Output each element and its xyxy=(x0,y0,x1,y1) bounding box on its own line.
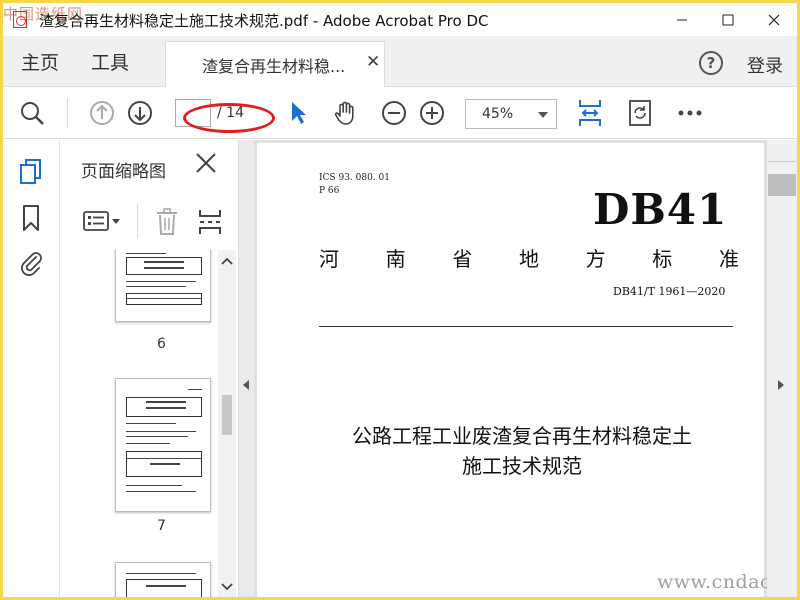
issuer-char: 方 xyxy=(585,247,606,271)
zoom-in-icon[interactable] xyxy=(417,98,447,128)
select-cursor-icon[interactable] xyxy=(283,98,313,128)
title-bar: 中国造纸网 渣复合再生材料稳定土施工技术规范.pdf - Adobe Acrob… xyxy=(3,3,797,36)
heading-rule xyxy=(319,326,733,327)
zoom-level-value: 45% xyxy=(482,106,514,122)
menu-bar: 主页 工具 渣复合再生材料稳... ✕ ? 登录 xyxy=(3,36,797,87)
document-title-line: 公路工程工业废渣复合再生材料稳定土 xyxy=(352,424,692,448)
document-scrollbar[interactable] xyxy=(767,140,797,597)
thumbnail-page-number: 7 xyxy=(157,518,166,534)
issuer-char: 南 xyxy=(385,247,406,271)
document-tab-label: 渣复合再生材料稳... xyxy=(202,57,346,76)
close-icon xyxy=(768,14,780,25)
bookmark-icon[interactable] xyxy=(19,204,43,231)
issuer-char: 标 xyxy=(652,247,673,271)
maximize-icon xyxy=(722,14,734,25)
close-panel-icon[interactable] xyxy=(195,152,217,180)
close-window-button[interactable] xyxy=(751,3,797,36)
previous-page-icon[interactable] xyxy=(87,98,117,128)
expand-right-panel-icon[interactable] xyxy=(778,380,784,390)
issuer-char: 准 xyxy=(718,247,739,271)
classification-code: P 66 xyxy=(319,186,340,196)
issuer-char: 地 xyxy=(518,247,539,271)
toolbar-divider xyxy=(137,204,138,238)
login-link[interactable]: 登录 xyxy=(747,52,783,78)
page-thumbnails-icon[interactable] xyxy=(19,158,43,184)
rotate-page-icon[interactable] xyxy=(625,98,655,128)
zoom-out-icon[interactable] xyxy=(379,98,409,128)
maximize-button[interactable] xyxy=(705,3,751,36)
standard-code-heading: DB41 xyxy=(593,185,728,234)
attachment-icon[interactable] xyxy=(19,248,43,276)
chevron-down-icon xyxy=(538,112,548,118)
page-thumbnail[interactable] xyxy=(115,562,211,597)
next-page-icon[interactable] xyxy=(125,98,155,128)
page-thumbnails-panel: 页面缩略图 6 7 xyxy=(61,140,239,597)
page-thumbnail[interactable] xyxy=(115,250,211,322)
thumbnail-list: 6 7 xyxy=(61,250,216,597)
acrobat-window: 中国造纸网 渣复合再生材料稳定土施工技术规范.pdf - Adobe Acrob… xyxy=(3,3,797,597)
home-tab[interactable]: 主页 xyxy=(21,48,59,75)
thumbnail-toolbar xyxy=(61,196,239,248)
insert-page-icon[interactable] xyxy=(197,208,223,240)
thumbnail-scrollbar[interactable] xyxy=(218,250,236,597)
collapse-panel-icon[interactable] xyxy=(243,380,249,390)
scroll-thumb[interactable] xyxy=(768,174,796,196)
thumbnail-page-number: 6 xyxy=(157,336,166,352)
minimize-button[interactable] xyxy=(659,3,705,36)
more-tools-icon[interactable] xyxy=(675,98,705,128)
issuer-char: 河 xyxy=(319,247,339,271)
scroll-up-icon[interactable] xyxy=(218,254,236,268)
ics-code: ICS 93. 080. 01 xyxy=(319,173,390,183)
tools-tab[interactable]: 工具 xyxy=(91,48,129,75)
standard-number: DB41/T 1961—2020 xyxy=(613,285,726,298)
delete-page-icon[interactable] xyxy=(155,208,179,240)
pdf-page: ICS 93. 080. 01 P 66 DB41 河 南 省 地 方 标 准 … xyxy=(257,143,797,597)
panel-title: 页面缩略图 xyxy=(81,162,166,182)
scroll-thumb[interactable] xyxy=(222,395,232,435)
thumbnail-options-icon[interactable] xyxy=(83,210,123,236)
hand-tool-icon[interactable] xyxy=(331,98,361,128)
document-view: ICS 93. 080. 01 P 66 DB41 河 南 省 地 方 标 准 … xyxy=(254,140,797,597)
zoom-level-dropdown[interactable]: 45% xyxy=(465,99,557,129)
issuer-char: 省 xyxy=(452,247,473,271)
search-icon[interactable] xyxy=(17,98,47,128)
page-thumbnail[interactable] xyxy=(115,378,211,512)
navigation-rail xyxy=(3,140,60,597)
panel-splitter[interactable] xyxy=(239,140,254,597)
document-tab[interactable]: 渣复合再生材料稳... ✕ xyxy=(165,41,385,87)
window-title: 渣复合再生材料稳定土施工技术规范.pdf - Adobe Acrobat Pro… xyxy=(39,12,489,30)
main-toolbar: / 14 45% xyxy=(3,88,797,139)
fit-width-icon[interactable] xyxy=(575,98,605,128)
scroll-up-button[interactable] xyxy=(768,140,796,162)
document-title: 公路工程工业废渣复合再生材料稳定土 施工技术规范 xyxy=(287,421,757,481)
standard-issuer: 河 南 省 地 方 标 准 xyxy=(319,243,739,272)
toolbar-divider xyxy=(67,98,68,128)
highlight-annotation-oval xyxy=(183,103,275,133)
minimize-icon xyxy=(677,19,687,20)
close-tab-icon[interactable]: ✕ xyxy=(366,52,380,72)
help-icon[interactable]: ? xyxy=(699,51,723,75)
document-title-line: 施工技术规范 xyxy=(462,454,582,478)
scroll-down-icon[interactable] xyxy=(218,580,236,594)
